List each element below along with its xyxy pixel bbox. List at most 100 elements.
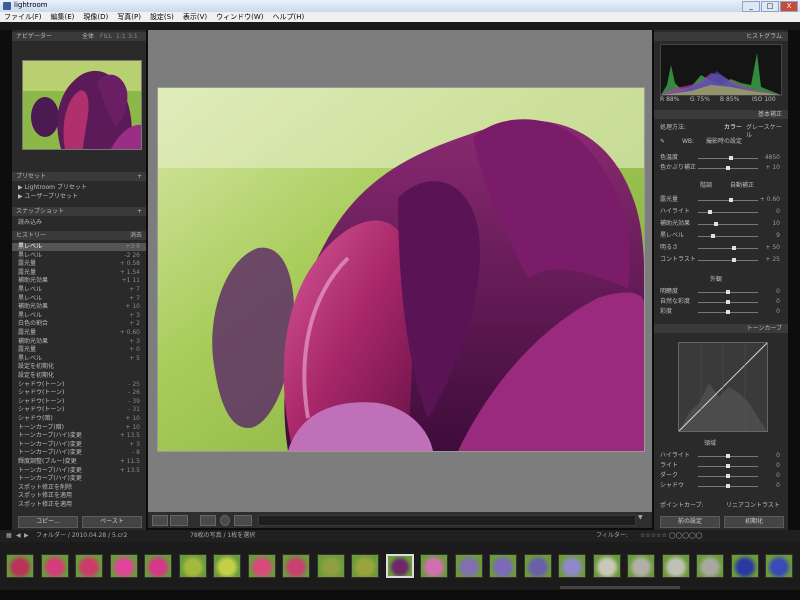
plus-icon[interactable]: +: [137, 207, 142, 216]
history-item[interactable]: スポット修正を適用: [12, 492, 146, 500]
menu-window[interactable]: ウィンドウ(W): [216, 12, 263, 22]
presence-slider-value[interactable]: 0: [776, 298, 780, 306]
wb-select[interactable]: 撮影時の設定: [706, 138, 742, 146]
paste-button[interactable]: ペースト: [82, 516, 142, 528]
curve-slider-value[interactable]: 0: [776, 462, 780, 470]
grid-icon[interactable]: ▦: [6, 530, 12, 542]
filmstrip-thumbnail[interactable]: [661, 554, 690, 578]
tonecurve-header[interactable]: トーンカーブ: [654, 324, 788, 333]
history-item[interactable]: トーンカーブ(ハイ)変更: [12, 475, 146, 483]
history-item[interactable]: トーンカーブ(暗) + 10: [12, 424, 146, 432]
history-item[interactable]: 黒レベル +3 9: [12, 243, 146, 251]
tone-slider-value[interactable]: 0: [776, 208, 780, 216]
curve-slider-track[interactable]: [698, 454, 758, 458]
history-item[interactable]: シャドウ(トーン) - 31: [12, 406, 146, 414]
snapshot-item[interactable]: 読み込み: [12, 219, 146, 227]
curve-slider-track[interactable]: [698, 474, 758, 478]
wb-slider-track[interactable]: [698, 166, 758, 170]
chevron-right-icon[interactable]: ▶: [24, 530, 29, 542]
history-item[interactable]: 設定を初期化: [12, 363, 146, 371]
presets-header[interactable]: プリセット +: [12, 172, 146, 181]
curve-slider-value[interactable]: 0: [776, 452, 780, 460]
tone-slider-knob[interactable]: [729, 198, 733, 202]
tone-slider-value[interactable]: 10: [772, 220, 780, 228]
filmstrip-thumbnail[interactable]: [144, 554, 172, 578]
menu-help[interactable]: ヘルプ(H): [273, 12, 305, 22]
history-item[interactable]: シャドウ(トーン) - 39: [12, 398, 146, 406]
curve-slider-track[interactable]: [698, 464, 758, 468]
curve-slider-track[interactable]: [698, 484, 758, 488]
filmstrip-thumbnail[interactable]: [558, 554, 586, 578]
filmstrip-thumbnail[interactable]: [40, 554, 69, 578]
maximize-button[interactable]: □: [761, 1, 779, 12]
history-item[interactable]: 露光量 + 1.54: [12, 269, 146, 277]
curve-slider-knob[interactable]: [726, 474, 730, 478]
filmstrip-thumbnail[interactable]: [75, 554, 103, 578]
navigator-preview[interactable]: [22, 60, 142, 150]
history-item[interactable]: 黒レベル + 7: [12, 286, 146, 294]
zoom-fill-option[interactable]: FILL: [100, 32, 112, 41]
spot-removal-button[interactable]: [200, 515, 216, 526]
tone-curve-graph[interactable]: [678, 342, 768, 432]
presence-slider-value[interactable]: 0: [776, 288, 780, 296]
wb-slider-knob[interactable]: [726, 166, 730, 170]
filmstrip-thumbnail[interactable]: [6, 554, 34, 578]
copy-button[interactable]: コピー...: [18, 516, 78, 528]
curve-slider-value[interactable]: 0: [776, 482, 780, 490]
curve-slider-knob[interactable]: [726, 464, 730, 468]
menu-settings[interactable]: 設定(S): [150, 12, 174, 22]
history-clear-button[interactable]: 消去: [130, 231, 142, 240]
menu-edit[interactable]: 編集(E): [51, 12, 75, 22]
filmstrip-path[interactable]: フォルダー / 2010.04.28 / 5.cr2: [36, 530, 127, 542]
filmstrip-thumbnail[interactable]: [282, 554, 310, 578]
wb-slider-knob[interactable]: [729, 156, 733, 160]
history-item[interactable]: 黒レベル + 5: [12, 355, 146, 363]
history-item[interactable]: トーンカーブ(ハイ)変更 + 13.5: [12, 467, 146, 475]
filmstrip-thumbnail[interactable]: [420, 554, 448, 578]
auto-tone-button[interactable]: 自動補正: [730, 182, 754, 190]
zoom-button[interactable]: [234, 515, 252, 526]
filmstrip-thumbnail[interactable]: [213, 554, 241, 578]
presence-slider-knob[interactable]: [726, 290, 730, 294]
filmstrip-thumbnail[interactable]: [316, 554, 345, 578]
history-item[interactable]: 設定を初期化: [12, 372, 146, 380]
navigator-header[interactable]: ナビゲーター 全体 FILL 1:1 3:1: [12, 32, 146, 41]
history-item[interactable]: スポット修正を適用: [12, 501, 146, 509]
eyedropper-icon[interactable]: ✎: [660, 138, 665, 145]
curve-slider-knob[interactable]: [726, 484, 730, 488]
previous-settings-button[interactable]: 前の設定: [660, 516, 720, 528]
filmstrip-thumbnail[interactable]: [765, 554, 793, 578]
curve-slider-knob[interactable]: [726, 454, 730, 458]
presence-slider-knob[interactable]: [726, 310, 730, 314]
tone-slider-knob[interactable]: [732, 246, 736, 250]
treatment-color-option[interactable]: カラー: [724, 124, 742, 132]
filmstrip-scrollbar[interactable]: [560, 586, 680, 589]
history-item[interactable]: 黒レベル -2 26: [12, 252, 146, 260]
tone-slider-track[interactable]: [698, 222, 758, 226]
zoom-fit-option[interactable]: 全体: [82, 32, 94, 41]
redeye-button[interactable]: [220, 515, 230, 526]
filmstrip-thumbnail[interactable]: [523, 554, 552, 578]
menu-file[interactable]: ファイル(F): [4, 12, 42, 22]
history-item[interactable]: 白色の割合 + 2: [12, 320, 146, 328]
history-item[interactable]: 黒レベル + 7: [12, 295, 146, 303]
history-item[interactable]: 輝度調整(ブルー)変更 + 11.5: [12, 458, 146, 466]
menu-develop[interactable]: 現像(D): [83, 12, 108, 22]
tone-slider-knob[interactable]: [711, 234, 715, 238]
filmstrip-thumbnail[interactable]: [385, 554, 414, 578]
history-item[interactable]: 黒レベル + 3: [12, 312, 146, 320]
wb-slider-value[interactable]: + 10: [765, 164, 780, 172]
presence-slider-track[interactable]: [698, 310, 758, 314]
close-button[interactable]: X: [780, 1, 798, 12]
point-curve-select[interactable]: リニアコントラスト: [726, 502, 780, 510]
tone-slider-value[interactable]: + 25: [765, 256, 780, 264]
history-item[interactable]: シャドウ(トーン) - 25: [12, 381, 146, 389]
minimize-button[interactable]: _: [742, 1, 760, 12]
curve-slider-value[interactable]: 0: [776, 472, 780, 480]
tone-slider-track[interactable]: [698, 246, 758, 250]
wb-slider-value[interactable]: 4850: [765, 154, 780, 162]
filmstrip-thumbnail[interactable]: [627, 554, 655, 578]
filmstrip-thumbnail[interactable]: [489, 554, 517, 578]
tone-slider-knob[interactable]: [714, 222, 718, 226]
history-item[interactable]: 補助光効果 +1 11: [12, 277, 146, 285]
